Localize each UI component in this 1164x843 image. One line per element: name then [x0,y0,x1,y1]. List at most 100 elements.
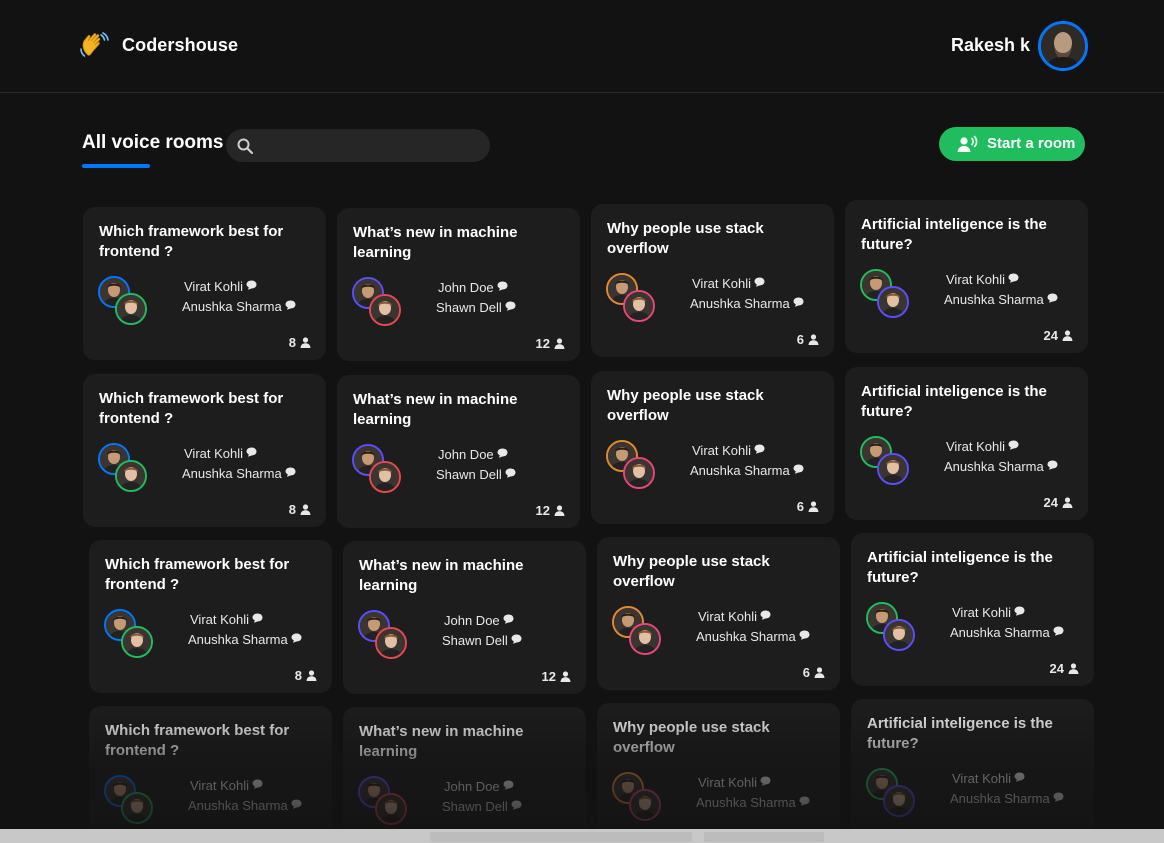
chat-bubble-icon [1008,440,1019,450]
speaker-name-text: Anushka Sharma [944,292,1044,307]
room-title: Artificial inteligence is the future? [867,549,1053,586]
room-card[interactable]: Why people use stack overflow Virat Kohli… [591,204,834,357]
speaker-avatar [629,623,661,655]
speaker-list: Virat Kohli Anushka Sharma [690,274,804,314]
user-avatar[interactable] [1038,21,1088,71]
room-title: Artificial inteligence is the future? [861,216,1047,253]
speaker-photo-icon [117,295,145,323]
room-card[interactable]: What’s new in machine learning John Doe Sh… [343,541,586,694]
chat-bubble-icon [252,779,263,789]
speaker-name-text: John Doe [438,280,494,295]
speaking-person-icon [957,135,978,152]
room-title: Why people use stack overflow [613,553,770,590]
room-card[interactable]: Artificial inteligence is the future? Vir… [845,367,1088,520]
speaker-photo-icon [625,292,653,320]
person-icon [300,504,311,515]
speaker-name-text: Anushka Sharma [696,629,796,644]
speaker-list: Virat Kohli Anushka Sharma [182,444,296,484]
room-card[interactable]: Which framework best for frontend ? Virat… [83,374,326,527]
speaker-name: Virat Kohli [696,607,810,627]
room-card[interactable]: Why people use stack overflow Virat Kohli… [597,537,840,690]
speaker-name-text: Anushka Sharma [182,466,282,481]
room-card[interactable]: Why people use stack overflow Virat Kohli… [591,371,834,524]
speaker-avatar [121,792,153,824]
speaker-photo-icon [879,455,907,483]
room-card[interactable]: Artificial inteligence is the future? Vir… [851,699,1094,843]
chat-bubble-icon [291,799,302,809]
listener-count: 6 [797,332,819,347]
person-icon [814,667,825,678]
speaker-avatars [358,776,410,828]
speaker-name: Virat Kohli [188,610,302,630]
room-title: Which framework best for frontend ? [99,390,284,427]
speaker-photo-icon [123,794,151,822]
listener-count: 24 [1044,328,1073,343]
listener-count-value: 12 [535,336,550,351]
speaker-photo-icon [377,629,405,657]
room-card[interactable]: Artificial inteligence is the future? Vir… [845,200,1088,353]
speaker-avatars [606,440,658,492]
speaker-avatars [612,772,664,824]
speaker-avatar [623,290,655,322]
speaker-avatar [877,453,909,485]
speaker-photo-icon [885,787,913,815]
speaker-avatar [369,294,401,326]
room-card[interactable]: Artificial inteligence is the future? Vir… [851,533,1094,686]
speaker-name: Virat Kohli [188,776,302,796]
speaker-name-text: Shawn Dell [436,467,502,482]
room-card[interactable]: What’s new in machine learning John Doe Sh… [343,707,586,843]
room-card[interactable]: Which framework best for frontend ? Virat… [83,207,326,360]
user-photo-icon [1041,24,1085,68]
room-title: What’s new in machine learning [353,224,518,261]
room-card[interactable]: Why people use stack overflow Virat Kohli… [597,703,840,843]
speaker-name-text: Virat Kohli [946,272,1006,287]
person-icon [1068,663,1079,674]
speaker-avatar [629,789,661,821]
waving-hand-icon[interactable] [79,31,111,59]
speaker-name: Anushka Sharma [690,461,804,481]
search-box[interactable] [226,129,490,162]
active-tab-underline [82,164,150,168]
speaker-list: John Doe Shawn Dell [436,445,516,485]
listener-count-value: 6 [802,665,810,680]
speaker-avatars [352,444,404,496]
chat-bubble-icon [497,448,508,458]
speaker-list: Virat Kohli Anushka Sharma [944,437,1058,477]
app-title[interactable]: Codershouse [122,35,238,56]
listener-count-value: 24 [1049,661,1064,676]
start-room-button[interactable]: Start a room [939,127,1085,161]
listener-count-value: 12 [541,669,556,684]
search-input[interactable] [262,129,482,162]
chat-bubble-icon [246,280,257,290]
speaker-name: Virat Kohli [950,769,1064,789]
listener-count: 6 [797,499,819,514]
chat-bubble-icon [1047,460,1058,470]
speaker-avatars [866,768,918,820]
speaker-name: John Doe [442,611,522,631]
chat-bubble-icon [505,301,516,311]
speaker-name: Anushka Sharma [188,630,302,650]
chat-bubble-icon [511,634,522,644]
listener-count-value: 24 [1043,328,1058,343]
room-card[interactable]: Which framework best for frontend ? Virat… [89,706,332,843]
listener-count: 24 [1044,495,1073,510]
speaker-name: Virat Kohli [944,270,1058,290]
speaker-avatar [623,457,655,489]
speaker-name: Shawn Dell [442,797,522,817]
room-card[interactable]: What’s new in machine learning John Doe Sh… [337,208,580,361]
room-card[interactable]: Which framework best for frontend ? Virat… [89,540,332,693]
listener-count-value: 6 [796,332,804,347]
speaker-name-text: John Doe [444,613,500,628]
speaker-name-text: Anushka Sharma [690,296,790,311]
speaker-avatars [606,273,658,325]
speaker-name: Anushka Sharma [182,464,296,484]
speaker-name-text: Anushka Sharma [188,798,288,813]
chat-bubble-icon [252,613,263,623]
person-icon [554,338,565,349]
bottom-scroll-bar[interactable] [0,829,1164,843]
speaker-name: Shawn Dell [442,631,522,651]
speaker-name-text: Virat Kohli [952,771,1012,786]
chat-bubble-icon [760,610,771,620]
speaker-name-text: Anushka Sharma [188,632,288,647]
room-card[interactable]: What’s new in machine learning John Doe Sh… [337,375,580,528]
